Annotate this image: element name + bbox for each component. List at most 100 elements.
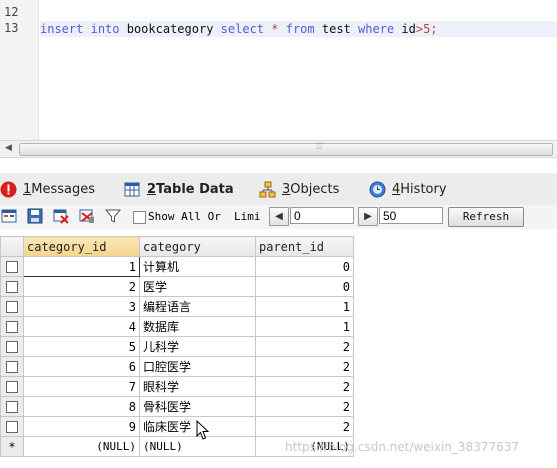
cell-parent-id[interactable]: 1 — [255, 316, 354, 337]
keyword: where — [358, 22, 395, 36]
keyword: into — [90, 22, 120, 36]
offset-field[interactable]: 0 — [290, 207, 354, 224]
cell-parent-id[interactable]: 2 — [255, 376, 354, 397]
cell-parent-id[interactable]: 2 — [255, 396, 354, 417]
column-header-category[interactable]: category — [139, 236, 256, 257]
row-select-checkbox[interactable] — [0, 276, 24, 297]
cell-category[interactable]: 儿科学 — [139, 336, 256, 357]
cell-category[interactable]: 编程语言 — [139, 296, 256, 317]
keyword: insert — [40, 22, 84, 36]
tab-key: 2 — [147, 181, 157, 197]
checkbox-icon[interactable] — [6, 421, 18, 433]
new-row-marker: * — [0, 436, 24, 457]
cell-parent-id[interactable]: 2 — [255, 336, 354, 357]
grip-icon: ⦙⦙⦙ — [316, 142, 323, 152]
table-row[interactable]: 5 儿科学 2 — [0, 336, 354, 357]
null-cell-category-id[interactable]: (NULL) — [23, 436, 140, 457]
horizontal-scrollbar[interactable]: ◀ ⦙⦙⦙ — [0, 140, 557, 158]
cell-category[interactable]: 骨科医学 — [139, 396, 256, 417]
filter-icon[interactable] — [104, 208, 122, 224]
cell-parent-id[interactable]: 2 — [255, 356, 354, 377]
checkbox-icon[interactable] — [6, 301, 18, 313]
refresh-button[interactable]: Refresh — [448, 207, 524, 227]
tab-objects[interactable]: 3 Objects — [259, 176, 339, 202]
scrollbar-thumb[interactable]: ⦙⦙⦙ — [19, 142, 553, 156]
checkbox-icon[interactable] — [6, 321, 18, 333]
limit-label: Limi — [234, 210, 261, 223]
tab-key: 3 — [282, 181, 291, 197]
table-row[interactable]: 8 骨科医学 2 — [0, 396, 354, 417]
checkbox-icon[interactable] — [6, 361, 18, 373]
cell-category-id[interactable]: 8 — [23, 396, 140, 417]
checkbox-icon[interactable] — [6, 261, 18, 273]
show-all-label: Show All Or — [148, 210, 221, 223]
show-all-checkbox[interactable] — [133, 211, 146, 224]
table-row[interactable]: 4 数据库 1 — [0, 316, 354, 337]
cell-category[interactable]: 医学 — [139, 276, 256, 297]
scroll-left-icon[interactable]: ◀ — [5, 143, 12, 153]
operator: * — [271, 22, 279, 36]
cell-parent-id[interactable]: 1 — [255, 296, 354, 317]
table-identifier: bookcategory — [126, 22, 214, 36]
cell-parent-id[interactable]: 0 — [255, 276, 354, 297]
tab-key: 1 — [23, 181, 32, 197]
table-row[interactable]: 1 计算机 0 — [0, 256, 354, 277]
table-row[interactable]: 7 眼科学 2 — [0, 376, 354, 397]
table-row[interactable]: 9 临床医学 2 — [0, 416, 354, 437]
limit-field[interactable]: 50 — [379, 207, 443, 224]
cell-category[interactable]: 眼科学 — [139, 376, 256, 397]
checkbox-icon[interactable] — [6, 381, 18, 393]
column-identifier: id — [401, 22, 416, 36]
cell-category-id[interactable]: 3 — [23, 296, 140, 317]
statement-terminator: ; — [430, 22, 438, 36]
export-icon[interactable] — [1, 208, 17, 224]
row-select-checkbox[interactable] — [0, 416, 24, 437]
row-select-checkbox[interactable] — [0, 296, 24, 317]
tab-messages[interactable]: 1 Messages — [0, 176, 95, 202]
delete-row-icon[interactable] — [53, 208, 69, 224]
checkbox-icon[interactable] — [6, 281, 18, 293]
checkbox-icon[interactable] — [6, 401, 18, 413]
mouse-cursor-icon — [196, 420, 210, 440]
tab-history[interactable]: 4 History — [369, 176, 447, 202]
column-header-parent-id[interactable]: parent_id — [255, 236, 354, 257]
keyword: select — [220, 22, 265, 36]
cell-category[interactable]: 口腔医学 — [139, 356, 256, 377]
row-select-checkbox[interactable] — [0, 256, 24, 277]
cell-category-id[interactable]: 2 — [23, 276, 140, 297]
row-select-checkbox[interactable] — [0, 356, 24, 377]
clear-icon[interactable] — [79, 208, 95, 224]
line-number: 13 — [4, 21, 19, 35]
cell-parent-id[interactable]: 0 — [255, 256, 354, 277]
row-select-checkbox[interactable] — [0, 376, 24, 397]
cell-category-id[interactable]: 7 — [23, 376, 140, 397]
tab-label: Messages — [31, 181, 96, 197]
cell-category-id[interactable]: 5 — [23, 336, 140, 357]
table-row[interactable]: 3 编程语言 1 — [0, 296, 354, 317]
column-header-category-id[interactable]: category_id — [23, 236, 140, 257]
cell-category-id[interactable]: 4 — [23, 316, 140, 337]
previous-page-button[interactable]: ◀ — [269, 207, 289, 226]
row-select-checkbox[interactable] — [0, 336, 24, 357]
tab-label: Table Data — [156, 181, 234, 197]
objects-icon — [259, 181, 276, 198]
row-select-checkbox[interactable] — [0, 396, 24, 417]
save-icon[interactable] — [27, 208, 43, 224]
line-number-gutter: 12 13 — [0, 0, 39, 140]
table-row[interactable]: 2 医学 0 — [0, 276, 354, 297]
cell-parent-id[interactable]: 2 — [255, 416, 354, 437]
tab-table-data[interactable]: 2 Table Data — [124, 176, 234, 202]
row-select-checkbox[interactable] — [0, 316, 24, 337]
cell-category-id[interactable]: 6 — [23, 356, 140, 377]
cell-category-id[interactable]: 9 — [23, 416, 140, 437]
cell-category[interactable]: 数据库 — [139, 316, 256, 337]
table-row[interactable]: 6 口腔医学 2 — [0, 356, 354, 377]
next-page-button[interactable]: ▶ — [358, 207, 378, 226]
tab-label: Objects — [290, 181, 340, 197]
cell-category[interactable]: 计算机 — [139, 256, 256, 277]
code-line[interactable]: insert into bookcategory select * from t… — [40, 21, 557, 37]
cell-category-id[interactable]: 1 — [23, 256, 140, 277]
checkbox-icon[interactable] — [6, 341, 18, 353]
watermark: https://blog.csdn.net/weixin_38377637 — [285, 440, 520, 454]
sql-editor[interactable]: 12 13 insert into bookcategory select * … — [0, 0, 557, 140]
